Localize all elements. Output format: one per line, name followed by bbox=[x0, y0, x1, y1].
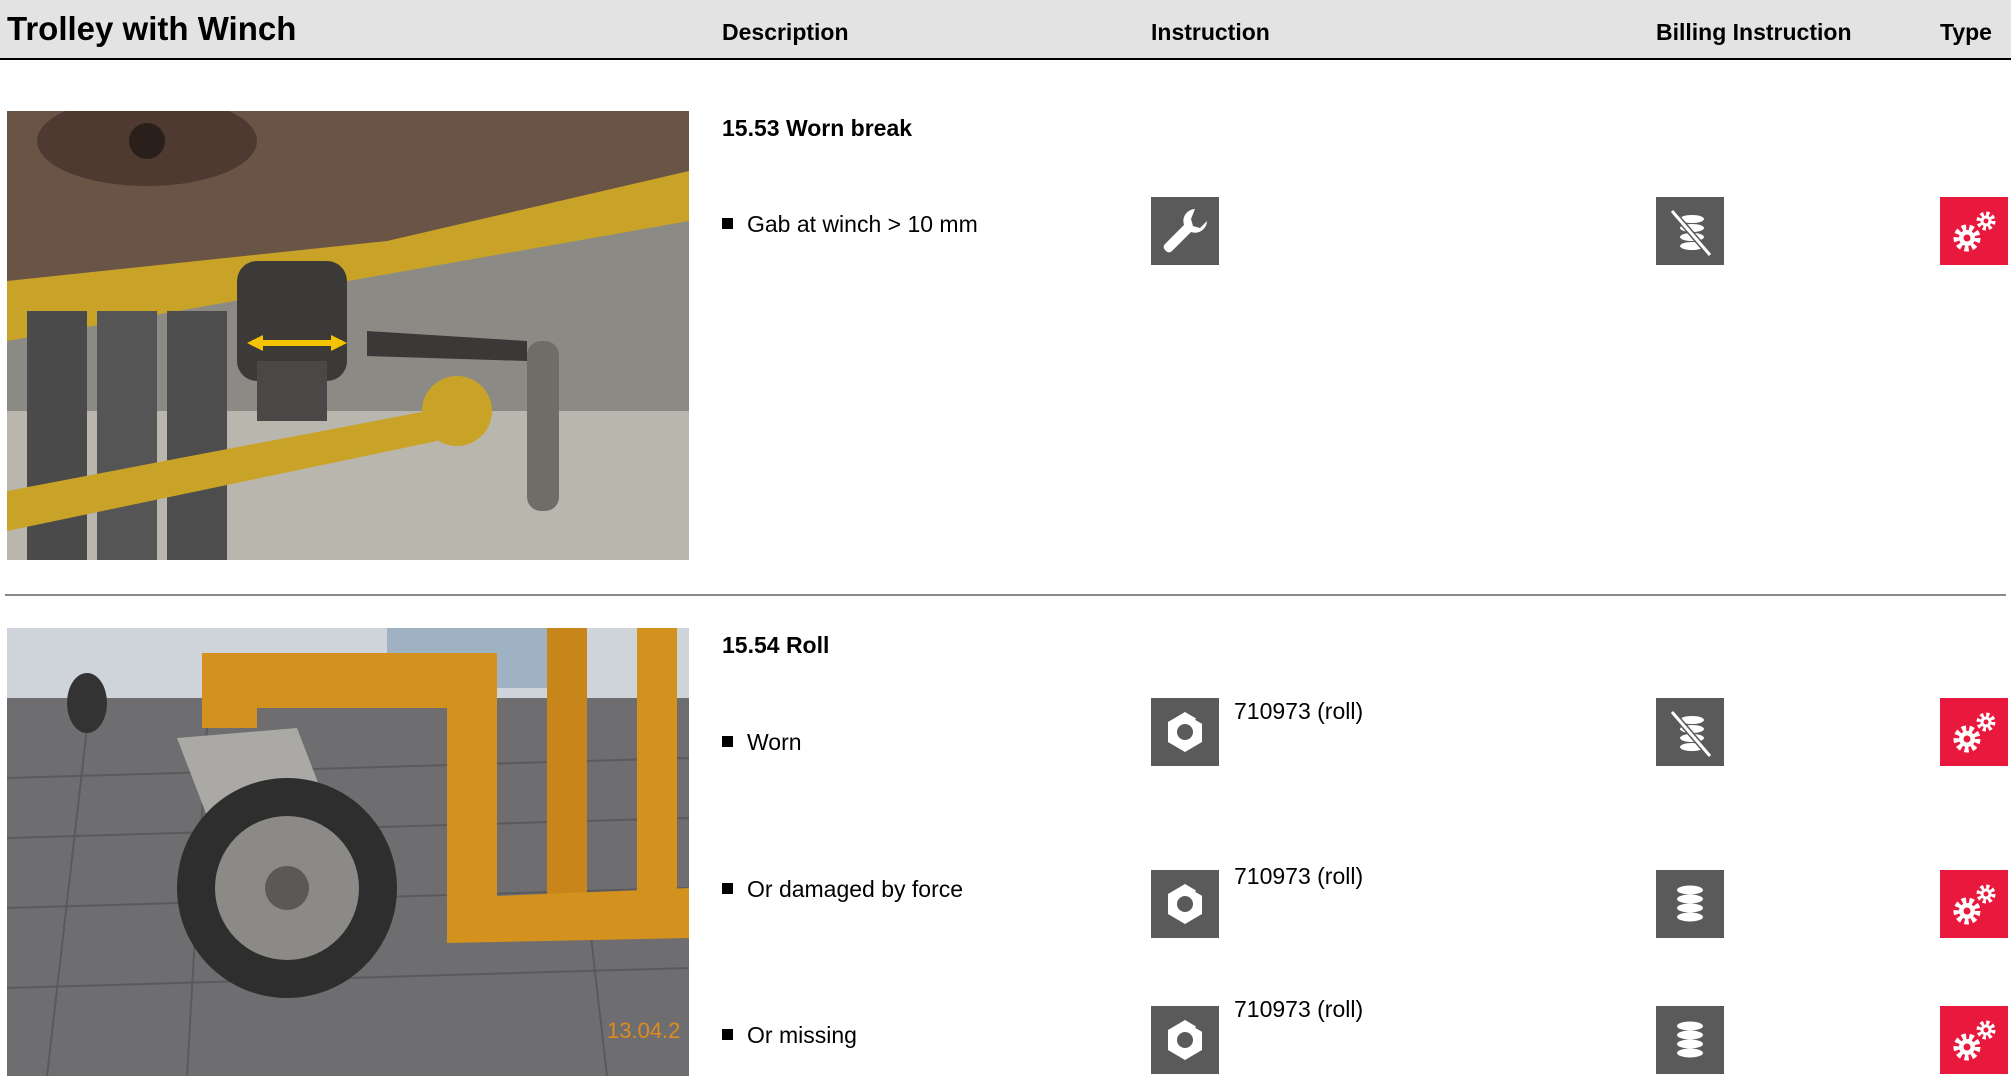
item-text: Worn bbox=[747, 729, 802, 755]
part-number: 710973 (roll) bbox=[1234, 996, 1364, 1022]
nut-icon bbox=[1151, 1006, 1219, 1074]
list-item: Or damaged by force bbox=[722, 876, 963, 903]
bullet-icon bbox=[722, 1029, 733, 1040]
list-item: Worn bbox=[722, 729, 802, 756]
no-billing-coins-icon bbox=[1656, 698, 1724, 766]
nut-icon bbox=[1151, 698, 1219, 766]
list-item: Gab at winch > 10 mm bbox=[722, 211, 978, 238]
part-number: 710973 (roll) bbox=[1234, 698, 1364, 724]
item-text: Gab at winch > 10 mm bbox=[747, 211, 978, 237]
page-title: Trolley with Winch bbox=[7, 10, 297, 47]
nut-icon bbox=[1151, 870, 1219, 938]
no-billing-coins-icon bbox=[1656, 197, 1724, 265]
photo-date-stamp: 13.04.2 bbox=[607, 1018, 680, 1043]
table-header: Trolley with Winch Description Instructi… bbox=[0, 0, 2011, 60]
row-divider bbox=[5, 594, 2006, 596]
gears-icon bbox=[1940, 1006, 2008, 1074]
section-title: 15.53 Worn break bbox=[722, 115, 913, 141]
bullet-icon bbox=[722, 218, 733, 229]
column-header-type: Type bbox=[1940, 19, 1992, 45]
trolley-wheel-photo: 13.04.2 bbox=[7, 628, 689, 1076]
gears-icon bbox=[1940, 870, 2008, 938]
gears-icon bbox=[1940, 698, 2008, 766]
list-item: Or missing bbox=[722, 1022, 857, 1049]
column-header-description: Description bbox=[722, 19, 849, 45]
bullet-icon bbox=[722, 883, 733, 894]
billing-coins-icon bbox=[1656, 870, 1724, 938]
gears-icon bbox=[1940, 197, 2008, 265]
section-title: 15.54 Roll bbox=[722, 632, 830, 658]
item-text: Or damaged by force bbox=[747, 876, 964, 902]
item-text: Or missing bbox=[747, 1022, 857, 1048]
part-number: 710973 (roll) bbox=[1234, 863, 1364, 889]
column-header-billing-instruction: Billing Instruction bbox=[1656, 19, 1852, 45]
column-header-instruction: Instruction bbox=[1151, 19, 1270, 45]
billing-coins-icon bbox=[1656, 1006, 1724, 1074]
winch-brake-photo bbox=[7, 111, 689, 560]
wrench-icon bbox=[1151, 197, 1219, 265]
bullet-icon bbox=[722, 736, 733, 747]
